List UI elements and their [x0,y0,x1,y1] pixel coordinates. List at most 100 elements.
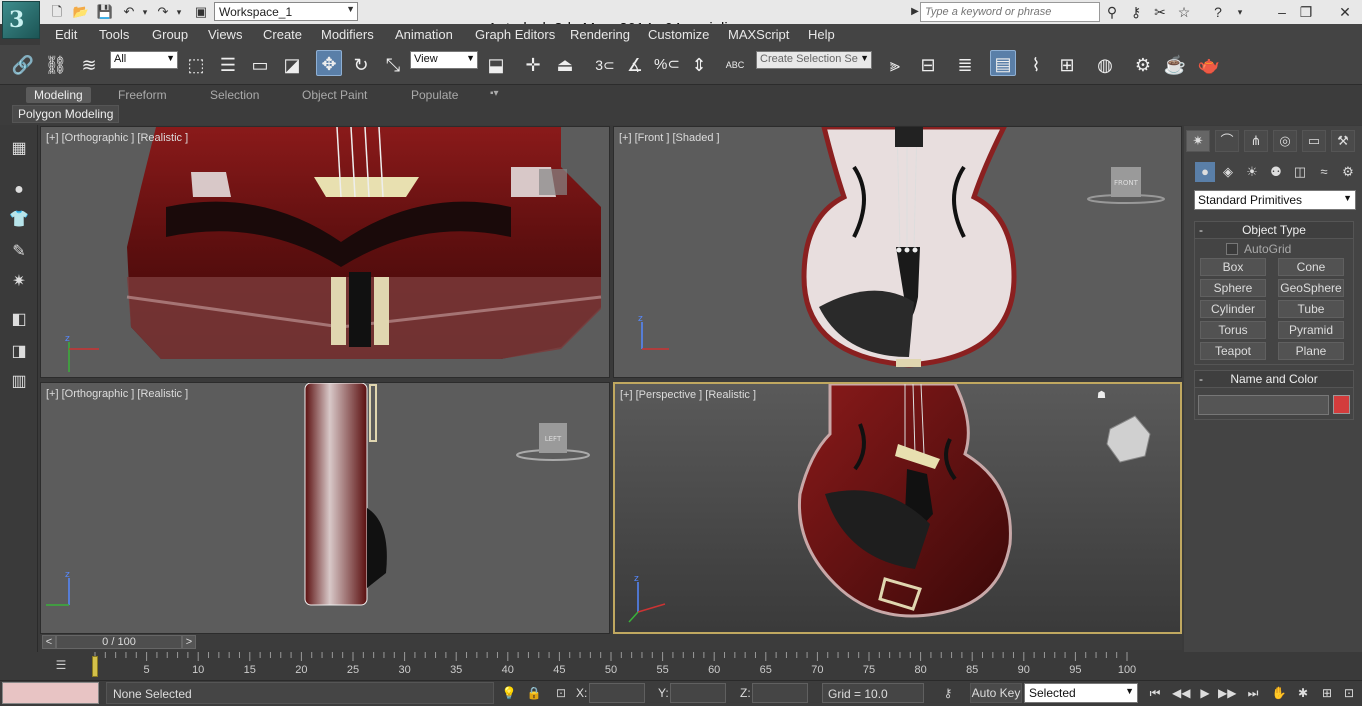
schematic-view-icon[interactable]: ⊞ [1054,52,1080,78]
space-warps-icon[interactable]: ≈ [1314,162,1334,182]
plane-button[interactable]: Plane [1278,342,1344,360]
object-type-header[interactable]: - Object Type [1195,222,1353,239]
tab-freeform[interactable]: Freeform [118,88,167,102]
menu-animation[interactable]: Animation [395,27,453,42]
helpers-icon[interactable]: ◫ [1290,162,1310,182]
redo-dropdown-icon[interactable]: ▾ [174,3,184,21]
viewcube[interactable]: FRONT [1087,167,1165,204]
favorites-icon[interactable]: ☆ [1174,3,1194,21]
x-coordinate-field[interactable] [589,683,645,703]
app-logo-button[interactable]: 3 [2,1,40,39]
current-frame-marker[interactable] [92,656,98,677]
primitive-category-select[interactable]: Standard Primitives ▼ [1194,190,1356,210]
display-tab-icon[interactable]: ▭ [1302,130,1326,152]
open-file-icon[interactable]: 📂 [72,3,90,21]
batch-render-icon[interactable]: ▥ [7,370,31,394]
name-and-color-header[interactable]: - Name and Color [1195,371,1353,388]
zoom-all-icon[interactable]: ✱ [1294,684,1312,702]
ribbon-options-icon[interactable]: ▪▾ [490,88,499,99]
pyramid-button[interactable]: Pyramid [1278,321,1344,339]
workspace-selector[interactable]: Workspace_1 ▼ [214,2,358,21]
cloth-icon[interactable]: 👕 [7,208,31,232]
material-editor-icon[interactable]: ◍ [1092,52,1118,78]
auto-key-button[interactable]: Auto Key [970,683,1022,703]
shapes-icon[interactable]: ◈ [1218,162,1238,182]
modify-tab-icon[interactable]: ⌒ [1215,130,1239,152]
keyboard-shortcut-override-icon[interactable]: ⏏ [552,52,578,78]
pivot-center-icon[interactable]: ⬓ [483,52,509,78]
viewport-front[interactable]: [+] [Front ] [Shaded ] FRONT z [613,126,1182,378]
rectangular-selection-icon[interactable]: ▭ [247,52,273,78]
project-folder-icon[interactable]: ▣ [192,3,210,21]
tab-modeling[interactable]: Modeling [26,87,91,103]
binoculars-icon[interactable]: ⚲ [1102,3,1122,21]
lock-icon[interactable]: ☗ [1097,390,1106,401]
menu-help[interactable]: Help [808,27,835,42]
help-icon[interactable]: ? [1208,3,1228,21]
zoom-icon[interactable]: ✋ [1270,684,1288,702]
systems-icon[interactable]: ⚙ [1338,162,1358,182]
previous-key-icon[interactable]: ◀◀ [1172,684,1190,702]
maximize-viewport-icon[interactable]: ⊡ [1340,684,1358,702]
named-selection-input[interactable]: Create Selection Se ▼ [756,51,872,69]
object-name-input[interactable] [1198,395,1329,415]
select-object-icon[interactable]: ⬚ [183,52,209,78]
previous-frame-button[interactable]: < [42,635,56,649]
menu-views[interactable]: Views [208,27,242,42]
tab-selection[interactable]: Selection [210,88,259,102]
menu-graph-editors[interactable]: Graph Editors [475,27,555,42]
move-icon[interactable]: ✥ [316,50,342,76]
cameras-icon[interactable]: ⚉ [1266,162,1286,182]
menu-modifiers[interactable]: Modifiers [321,27,374,42]
object-color-swatch[interactable] [1333,395,1350,414]
geosphere-button[interactable]: GeoSphere [1278,279,1344,297]
next-frame-button[interactable]: > [182,635,196,649]
tube-button[interactable]: Tube [1278,300,1344,318]
time-slider-thumb[interactable]: 0 / 100 [56,635,182,649]
next-key-icon[interactable]: ▶▶ [1218,684,1236,702]
menu-tools[interactable]: Tools [99,27,129,42]
angle-snap-icon[interactable]: ∡ [622,52,648,78]
viewport-perspective[interactable]: [+] [Perspective ] [Realistic ] ☗ z [613,382,1182,634]
viewport-label[interactable]: [+] [Perspective ] [Realistic ] [620,389,756,401]
render-setup-icon[interactable]: ⚙ [1130,52,1156,78]
save-file-icon[interactable]: 💾 [96,3,114,21]
selection-lock-icon[interactable]: 🔒 [525,684,543,702]
z-coordinate-field[interactable] [752,683,808,703]
curve-editor-icon[interactable]: ⌇ [1023,52,1049,78]
absolute-mode-icon[interactable]: ⊡ [552,684,570,702]
restore-icon[interactable]: ❐ [1296,3,1316,21]
menu-edit[interactable]: Edit [55,27,77,42]
layer-manager-icon[interactable]: ≣ [952,52,978,78]
torus-button[interactable]: Torus [1200,321,1266,339]
particle-icon[interactable]: ✷ [7,270,31,294]
mini-curve-editor-icon[interactable]: ☰ [50,656,72,674]
menu-customize[interactable]: Customize [648,27,709,42]
snaps-toggle-icon[interactable]: 3⊂ [592,52,618,78]
close-icon[interactable]: ✕ [1330,3,1360,21]
key-filter-select[interactable]: Selected ▼ [1024,683,1138,703]
help-dropdown-icon[interactable]: ▾ [1230,3,1250,21]
render-production-icon[interactable]: 🫖 [1196,52,1222,78]
tools-icon[interactable]: ✂ [1150,3,1170,21]
edit-named-selection-icon[interactable]: ABC [722,52,748,78]
select-manipulate-icon[interactable]: ✛ [520,52,546,78]
autogrid-checkbox[interactable]: AutoGrid [1226,242,1291,256]
sphere-button[interactable]: Sphere [1200,279,1266,297]
rotate-icon[interactable]: ↻ [348,52,374,78]
create-tab-icon[interactable]: ✷ [1186,130,1210,152]
set-key-icon[interactable]: ⚷ [934,684,962,702]
scale-icon[interactable]: ⤡ [380,52,406,78]
window-crossing-icon[interactable]: ◪ [279,52,305,78]
key-icon[interactable]: ⚷ [1126,3,1146,21]
state-sets-icon[interactable]: ◨ [7,340,31,364]
new-file-icon[interactable]: 🗋 [48,3,66,21]
zoom-extents-icon[interactable]: ⊞ [1318,684,1336,702]
go-to-start-icon[interactable]: ⏮ [1146,684,1164,702]
viewport-label[interactable]: [+] [Front ] [Shaded ] [619,132,720,144]
unlink-icon[interactable]: ⛓ [43,52,69,78]
play-icon[interactable]: ▶ [1196,684,1214,702]
viewport-label[interactable]: [+] [Orthographic ] [Realistic ] [46,388,188,400]
menu-maxscript[interactable]: MAXScript [728,27,789,42]
search-input[interactable] [920,2,1100,22]
